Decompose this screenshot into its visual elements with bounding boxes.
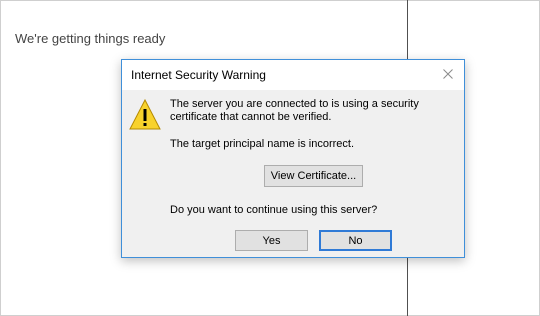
warning-icon xyxy=(129,98,161,130)
certificate-warning-message: The server you are connected to is using… xyxy=(170,98,419,123)
close-icon xyxy=(443,69,453,79)
dialog-title: Internet Security Warning xyxy=(131,68,266,82)
continue-question: Do you want to continue using this serve… xyxy=(170,204,378,216)
principal-name-message: The target principal name is incorrect. xyxy=(170,138,355,150)
dialog-titlebar[interactable]: Internet Security Warning xyxy=(122,60,464,90)
no-button[interactable]: No xyxy=(319,230,392,251)
loading-status-text: We're getting things ready xyxy=(15,31,166,46)
close-button[interactable] xyxy=(438,64,458,84)
view-certificate-button[interactable]: View Certificate... xyxy=(264,165,363,187)
yes-button[interactable]: Yes xyxy=(235,230,308,251)
security-warning-dialog: Internet Security Warning The server you… xyxy=(121,59,465,258)
